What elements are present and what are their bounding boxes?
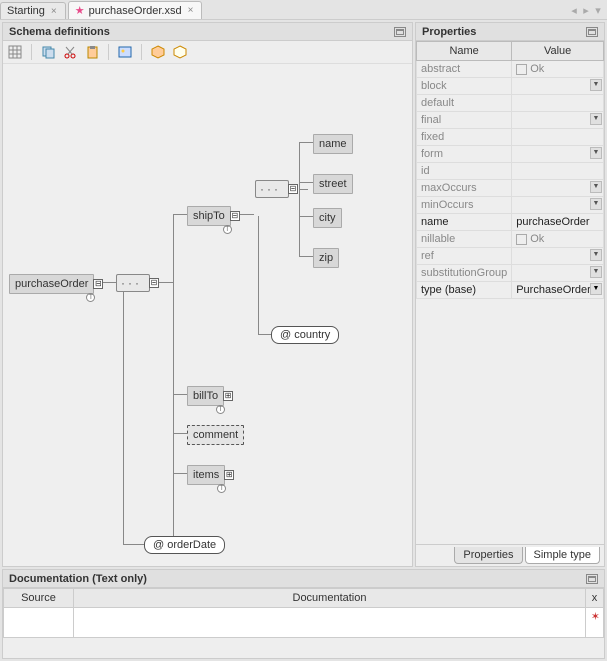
- prop-row[interactable]: fixed: [417, 129, 604, 146]
- expand-icon[interactable]: ⊟: [288, 184, 298, 194]
- dropdown-icon[interactable]: ▼: [590, 266, 602, 278]
- maximize-icon[interactable]: [394, 27, 406, 37]
- next-icon[interactable]: ▸: [581, 4, 591, 17]
- type-icon: T: [216, 405, 225, 414]
- col-value[interactable]: Value: [512, 42, 604, 61]
- menu-icon[interactable]: ▾: [593, 4, 603, 17]
- panel-title: Documentation (Text only): [9, 573, 147, 585]
- prop-row[interactable]: id: [417, 163, 604, 180]
- schema-toolbar: [3, 41, 412, 64]
- prop-row[interactable]: ref▼: [417, 248, 604, 265]
- dropdown-icon[interactable]: ▼: [590, 198, 602, 210]
- close-icon[interactable]: ×: [186, 5, 196, 16]
- properties-panel: Properties Name Value abstractOkblock▼de…: [415, 22, 605, 567]
- type-icon: T: [223, 225, 232, 234]
- expand-icon[interactable]: ⊞: [223, 391, 233, 401]
- expand-icon[interactable]: ⊞: [224, 470, 234, 480]
- type-icon: T: [86, 293, 95, 302]
- type-icon: T: [217, 484, 226, 493]
- star-icon: ★: [75, 4, 85, 17]
- paste-icon[interactable]: [84, 44, 100, 60]
- expand-icon[interactable]: ⊟: [149, 278, 159, 288]
- attr-country[interactable]: @ country: [271, 326, 339, 344]
- col-source[interactable]: Source: [4, 589, 74, 608]
- tab-file[interactable]: ★ purchaseOrder.xsd ×: [68, 1, 203, 19]
- cube-outline-icon[interactable]: [172, 44, 188, 60]
- dropdown-icon[interactable]: ▼: [590, 181, 602, 193]
- node-items[interactable]: items ⊞ T: [187, 465, 225, 485]
- tab-simpletype[interactable]: Simple type: [525, 547, 600, 564]
- editor-tabs: Starting × ★ purchaseOrder.xsd × ◂ ▸ ▾: [0, 0, 607, 20]
- schema-diagram[interactable]: purchaseOrder ⊟ T ⊟ shipTo ⊟ T billTo ⊞ …: [3, 64, 412, 566]
- tab-nav-icons: ◂ ▸ ▾: [569, 4, 603, 17]
- col-name[interactable]: Name: [417, 42, 512, 61]
- maximize-icon[interactable]: [586, 574, 598, 584]
- prop-row[interactable]: maxOccurs▼: [417, 180, 604, 197]
- panel-header: Properties: [416, 23, 604, 41]
- prop-row[interactable]: substitutionGroup▼: [417, 265, 604, 282]
- node-shipto[interactable]: shipTo ⊟ T: [187, 206, 231, 226]
- prop-row[interactable]: abstractOk: [417, 61, 604, 78]
- dropdown-icon[interactable]: ▼: [590, 147, 602, 159]
- image-icon[interactable]: [117, 44, 133, 60]
- pin-icon[interactable]: ✶: [591, 610, 600, 623]
- panel-header: Schema definitions: [3, 23, 412, 41]
- panel-header: Documentation (Text only): [3, 570, 604, 588]
- panel-title: Schema definitions: [9, 26, 110, 38]
- sequence-node-2[interactable]: ⊟: [255, 180, 289, 198]
- prop-row[interactable]: nillableOk: [417, 231, 604, 248]
- dropdown-icon[interactable]: ▼: [590, 283, 602, 295]
- node-billto[interactable]: billTo ⊞ T: [187, 386, 224, 406]
- cube-icon[interactable]: [150, 44, 166, 60]
- properties-table[interactable]: Name Value abstractOkblock▼defaultfinal▼…: [416, 41, 604, 544]
- prop-row[interactable]: form▼: [417, 146, 604, 163]
- prop-row[interactable]: final▼: [417, 112, 604, 129]
- schema-definitions-panel: Schema definitions: [2, 22, 413, 567]
- prop-row[interactable]: default: [417, 95, 604, 112]
- sequence-node-1[interactable]: ⊟: [116, 274, 150, 292]
- close-icon[interactable]: ×: [49, 6, 59, 17]
- attr-orderdate[interactable]: @ orderDate: [144, 536, 225, 554]
- prop-row[interactable]: type (base)PurchaseOrderT▼: [417, 282, 604, 299]
- dropdown-icon[interactable]: ▼: [590, 249, 602, 261]
- node-city[interactable]: city: [313, 208, 342, 228]
- copy-icon[interactable]: [40, 44, 56, 60]
- doc-row[interactable]: ✶: [4, 608, 604, 638]
- prop-row[interactable]: block▼: [417, 78, 604, 95]
- node-zip[interactable]: zip: [313, 248, 339, 268]
- node-name[interactable]: name: [313, 134, 353, 154]
- tab-properties[interactable]: Properties: [454, 547, 522, 564]
- expand-icon[interactable]: ⊟: [230, 211, 240, 221]
- properties-bottom-tabs: Properties Simple type: [416, 544, 604, 566]
- node-root[interactable]: purchaseOrder ⊟ T: [9, 274, 94, 294]
- panel-title: Properties: [422, 26, 476, 38]
- cut-icon[interactable]: [62, 44, 78, 60]
- node-street[interactable]: street: [313, 174, 353, 194]
- tab-starting[interactable]: Starting ×: [0, 2, 66, 19]
- dropdown-icon[interactable]: ▼: [590, 113, 602, 125]
- expand-icon[interactable]: ⊟: [93, 279, 103, 289]
- prop-row[interactable]: namepurchaseOrder: [417, 214, 604, 231]
- prev-icon[interactable]: ◂: [569, 4, 579, 17]
- maximize-icon[interactable]: [586, 27, 598, 37]
- dropdown-icon[interactable]: ▼: [590, 79, 602, 91]
- col-delete[interactable]: x: [586, 589, 604, 608]
- prop-row[interactable]: minOccurs▼: [417, 197, 604, 214]
- node-comment[interactable]: comment: [187, 425, 244, 445]
- col-documentation[interactable]: Documentation: [74, 589, 586, 608]
- grid-icon[interactable]: [7, 44, 23, 60]
- documentation-panel: Documentation (Text only) Source Documen…: [2, 569, 605, 659]
